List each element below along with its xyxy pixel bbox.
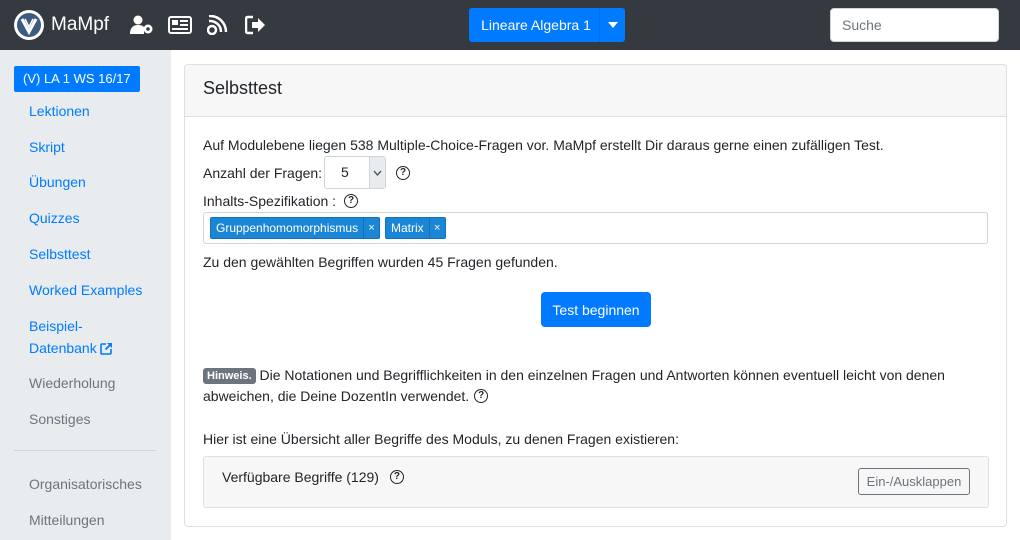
tag-gruppenhomomorphismus: Gruppenhomomorphismus × — [210, 217, 381, 239]
count-label: Anzahl der Fragen: — [203, 165, 323, 181]
caret-down-icon — [599, 8, 625, 42]
course-selector-button[interactable]: Lineare Algebra 1 — [469, 8, 625, 42]
sidebar-item-lektionen[interactable]: Lektionen — [29, 100, 90, 122]
terms-help-icon[interactable]: ? — [389, 470, 404, 484]
hint-line-1: Hinweis. Die Notationen und Begrifflichk… — [203, 367, 945, 384]
sidebar-item-beispiel[interactable]: Beispiel- — [29, 315, 83, 337]
mampf-logo-icon — [14, 10, 44, 40]
brand[interactable]: MaMpf — [14, 10, 109, 40]
external-link-icon — [99, 342, 113, 355]
start-test-button[interactable]: Test beginnen — [541, 292, 651, 327]
sign-out-icon[interactable] — [244, 14, 268, 36]
tag-input[interactable]: Gruppenhomomorphismus × Matrix × — [203, 212, 988, 244]
course-badge[interactable]: (V) LA 1 WS 16/17 — [14, 66, 140, 92]
brand-name: MaMpf — [51, 14, 110, 35]
tag-matrix: Matrix × — [385, 217, 446, 239]
terms-card: Verfügbare Begriffe (129) ? Ein-/Ausklap… — [203, 456, 989, 508]
overview-text: Hier ist eine Übersicht aller Begriffe d… — [203, 431, 679, 447]
sidebar-item-wiederholung[interactable]: Wiederholung — [29, 372, 115, 394]
remove-tag-icon[interactable]: × — [428, 218, 445, 238]
card-title: Selbsttest — [185, 65, 1006, 117]
question-count-select[interactable]: 5 — [324, 156, 386, 189]
terms-label: Verfügbare Begriffe (129) — [222, 469, 379, 485]
question-count-value: 5 — [341, 164, 349, 180]
feed-icon[interactable] — [206, 14, 230, 36]
toggle-terms-button[interactable]: Ein-/Ausklappen — [858, 468, 970, 495]
intro-text: Auf Modulebene liegen 538 Multiple-Choic… — [203, 137, 884, 153]
hint-line-2: abweichen, die Deine DozentIn verwendet.… — [203, 388, 489, 404]
course-selector-label: Lineare Algebra 1 — [481, 17, 591, 33]
sidebar-divider — [14, 450, 156, 451]
remove-tag-icon[interactable]: × — [363, 218, 379, 238]
sidebar-item-uebungen[interactable]: Übungen — [29, 171, 86, 193]
newspaper-icon[interactable] — [168, 14, 192, 36]
hint-badge: Hinweis. — [203, 368, 256, 384]
sidebar-item-mitteilungen[interactable]: Mitteilungen — [29, 509, 105, 531]
hint-text-2: abweichen, die Deine DozentIn verwendet. — [203, 388, 470, 404]
tag-label: Matrix — [391, 221, 424, 235]
sidebar-item-worked-examples[interactable]: Worked Examples — [29, 279, 142, 301]
found-text: Zu den gewählten Begriffen wurden 45 Fra… — [203, 254, 558, 270]
user-cog-icon[interactable] — [130, 14, 154, 36]
spec-help-icon[interactable]: ? — [344, 194, 358, 208]
sidebar-item-datenbank[interactable]: Datenbank — [29, 337, 113, 359]
hint-help-icon[interactable]: ? — [474, 389, 489, 403]
sidebar-item-selbsttest[interactable]: Selbsttest — [29, 243, 90, 265]
sidebar-item-datenbank-label: Datenbank — [29, 340, 97, 356]
sidebar: (V) LA 1 WS 16/17 Lektionen Skript Übung… — [0, 50, 171, 540]
search-input[interactable] — [830, 8, 999, 42]
sidebar-item-skript[interactable]: Skript — [29, 136, 65, 158]
sidebar-item-sonstiges[interactable]: Sonstiges — [29, 408, 90, 430]
tag-label: Gruppenhomomorphismus — [216, 221, 359, 235]
terms-header: Verfügbare Begriffe (129) ? — [222, 469, 404, 485]
hint-text-1: Die Notationen und Begrifflichkeiten in … — [259, 367, 945, 383]
spec-label: Inhalts-Spezifikation : — [203, 193, 337, 209]
top-navbar: MaMpf Lineare Algebra 1 Suche — [0, 0, 1020, 50]
sidebar-item-organisatorisches[interactable]: Organisatorisches — [29, 473, 142, 495]
selbsttest-card: Selbsttest Auf Modulebene liegen 538 Mul… — [184, 64, 1007, 527]
question-count-help-icon[interactable]: ? — [396, 166, 410, 180]
chevron-down-icon — [369, 157, 385, 188]
sidebar-item-quizzes[interactable]: Quizzes — [29, 207, 80, 229]
